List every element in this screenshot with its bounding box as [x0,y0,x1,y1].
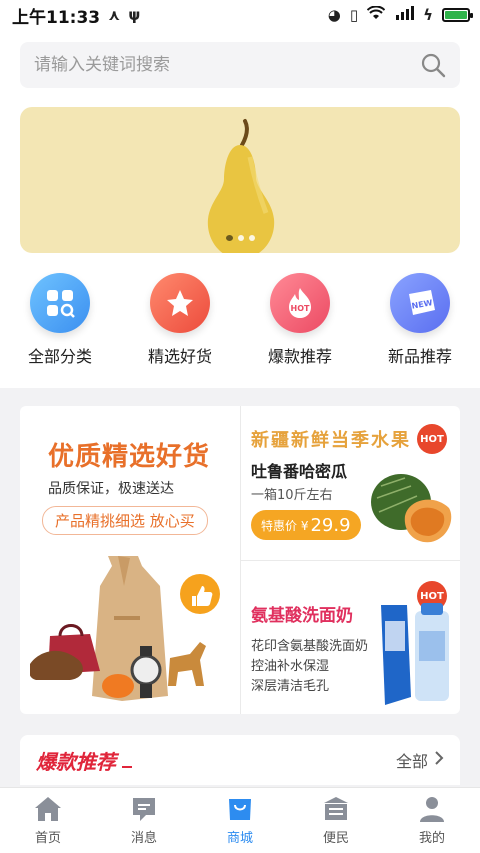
cleanser-name: 氨基酸洗面奶 [251,606,353,626]
promo-featured[interactable]: 优质精选好货 品质保证，极速送达 产品精挑细选 放心买 [20,406,240,714]
promo-title: 优质精选好货 [48,442,211,472]
grid-search-icon [30,273,90,333]
view-all-link[interactable]: 全部 [396,748,444,772]
promo-subtitle: 品质保证，极速送达 [48,481,174,497]
profile-icon [420,797,444,822]
search-input[interactable] [34,55,420,75]
search-bar[interactable] [20,42,460,88]
pear-image [207,119,275,253]
service-icon [324,797,348,820]
tab-profile[interactable]: 我的 [384,788,480,853]
bottom-tab-bar: 首页 消息 商城 便民 我的 [0,787,480,853]
shop-bag-icon [229,799,251,820]
vibrate-icon: ▯ [349,6,359,24]
home-icon [35,797,61,821]
melon-price-tag[interactable]: 特惠价 ¥ 29.9 [251,510,361,540]
melon-image [371,474,452,543]
tab-shop[interactable]: 商城 [192,788,288,853]
tab-home[interactable]: 首页 [0,788,96,853]
search-icon[interactable] [420,52,446,78]
app-page: 上午11:33 ⋏ ψ ◕ ▯ ϟ 请输入关键词搜索 全部分类 精选好货 HOT… [0,0,480,853]
top-section: 全部分类 精选好货 HOT 爆款推荐 NEW 新品推荐 [0,30,480,388]
category-grid: 全部分类 精选好货 HOT 爆款推荐 NEW 新品推荐 [0,273,480,367]
products-collage-image [30,556,220,701]
status-time: 上午11:33 [12,7,101,28]
promo-pill: 产品精挑细选 放心买 [42,506,208,535]
promo-cleanser-card[interactable]: HOT 氨基酸洗面奶 花印含氨基酸洗面奶 控油补水保湿 深层清洁毛孔 [241,561,460,714]
signal-icon [394,6,415,24]
tab-messages[interactable]: 消息 [96,788,192,853]
category-hot[interactable]: HOT 爆款推荐 [240,273,360,367]
svg-text:HOT: HOT [291,304,310,313]
tab-services[interactable]: 便民 [288,788,384,853]
banner-carousel[interactable] [20,107,460,253]
cleanser-line-1: 花印含氨基酸洗面奶 [251,639,369,654]
hot-section-header: 爆款推荐 全部 [20,735,460,785]
promo-panel: 优质精选好货 品质保证，极速送达 产品精挑细选 放心买 新疆新鲜当季水果 HOT… [20,406,460,714]
promo-melon-card[interactable]: 新疆新鲜当季水果 HOT 吐鲁番哈密瓜 一箱10斤左右 特惠价 ¥ 29.9 [241,406,460,560]
charging-icon: ϟ [423,6,433,24]
melon-tagline: 新疆新鲜当季水果 [251,430,411,451]
message-icon [133,798,155,821]
star-icon [150,273,210,333]
category-new[interactable]: NEW 新品推荐 [360,273,480,367]
carousel-indicator [20,235,460,241]
usb-debug-icon: ⋏ [108,6,121,24]
new-badge-icon: NEW [390,273,450,333]
battery-icon [442,8,473,22]
category-selected-goods[interactable]: 精选好货 [120,273,240,367]
wifi-icon [366,5,386,24]
melon-spec: 一箱10斤左右 [251,488,333,503]
chevron-right-icon [434,750,444,770]
cleanser-line-2: 控油补水保湿 [251,659,330,674]
cleanser-line-3: 深层清洁毛孔 [251,679,330,694]
hot-section-title: 爆款推荐 [36,749,116,774]
status-bar: 上午11:33 ⋏ ψ ◕ ▯ ϟ [0,0,480,30]
usb-icon: ψ [128,6,141,24]
category-all[interactable]: 全部分类 [0,273,120,367]
nfc-icon: ◕ [327,6,341,24]
hot-badge: HOT [417,424,447,454]
hot-fire-icon: HOT [270,273,330,333]
melon-name: 吐鲁番哈密瓜 [251,462,348,481]
cleanser-image [381,603,449,705]
